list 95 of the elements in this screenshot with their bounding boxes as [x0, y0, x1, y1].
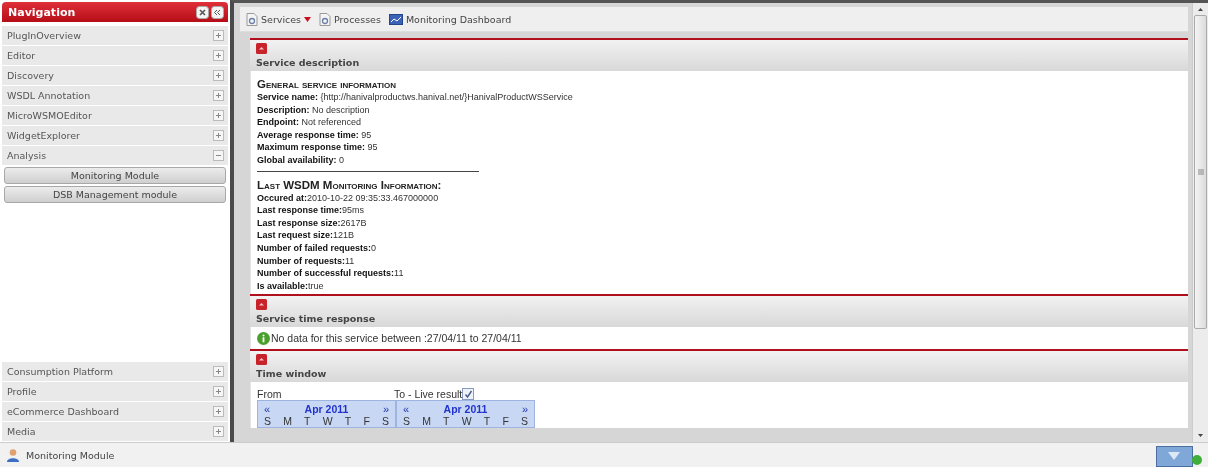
- info-line: Service name: {http://hanivalproductws.hanival.net/}HanivalProductWSService: [257, 91, 574, 104]
- nav-item-label: MicroWSMOEditor: [7, 110, 93, 121]
- nav-item[interactable]: MicroWSMOEditor: [2, 106, 228, 126]
- live-result-label: To - Live result: [394, 388, 463, 401]
- nav-item-label: Profile: [7, 386, 38, 397]
- nav-item-label: PlugInOverview: [7, 30, 82, 41]
- month-title: Apr 2011: [304, 403, 349, 416]
- minus-icon[interactable]: [213, 150, 224, 161]
- plus-icon[interactable]: [213, 130, 224, 141]
- plus-icon[interactable]: [213, 90, 224, 101]
- info-line: Occured at:2010-10-22 09:35:33.467000000: [257, 191, 440, 205]
- nav-item-label: eCommerce Dashboard: [7, 406, 120, 417]
- info-line: Is available:true: [257, 279, 325, 293]
- tray-icon[interactable]: [1156, 443, 1202, 467]
- collapse-icon[interactable]: [256, 354, 267, 366]
- weekday-label: T: [483, 415, 491, 428]
- plus-icon[interactable]: [213, 110, 224, 121]
- next-month-button[interactable]: »: [382, 403, 389, 416]
- scrollbar-thumb[interactable]: [1194, 15, 1207, 329]
- info-line: Endpoint: Not referenced: [257, 116, 363, 129]
- live-result-checkbox[interactable]: [462, 388, 475, 401]
- plus-icon[interactable]: [213, 30, 224, 41]
- nav-item-label: Media: [7, 426, 37, 437]
- previous-month-button[interactable]: «: [403, 403, 410, 416]
- weekday-label: T: [443, 415, 450, 428]
- info-line: Number of requests:11: [257, 254, 356, 268]
- info-line: Description: No description: [257, 103, 371, 117]
- user-icon: [6, 448, 20, 462]
- plus-icon[interactable]: [213, 386, 224, 397]
- weekday-label: S: [264, 415, 271, 428]
- nav-item[interactable]: Profile: [2, 382, 228, 402]
- dropdown-caret-icon: [304, 16, 312, 22]
- weekday-label: W: [461, 415, 472, 428]
- module-button[interactable]: DSB Management module: [4, 186, 226, 203]
- nav-item-label: Editor: [7, 50, 37, 61]
- weekday-label: T: [304, 415, 311, 428]
- nav-item[interactable]: Consumption Platform: [2, 362, 228, 382]
- info-line: Number of failed requests:0: [257, 241, 378, 255]
- navigation-title: Navigation: [8, 5, 77, 19]
- scrollbar[interactable]: [1192, 3, 1208, 442]
- plus-icon[interactable]: [213, 366, 224, 377]
- nav-item-label: Consumption Platform: [7, 366, 114, 377]
- weekday-label: W: [322, 415, 333, 428]
- info-line: Maximum response time: 95: [257, 141, 379, 154]
- block-heading: Last WSDM Monitoring Information:: [257, 177, 443, 192]
- next-month-button[interactable]: »: [521, 403, 528, 416]
- module-button[interactable]: Monitoring Module: [4, 167, 226, 184]
- collapse-icon[interactable]: [256, 43, 267, 54]
- nav-item[interactable]: PlugInOverview: [2, 26, 228, 46]
- nav-item[interactable]: Editor: [2, 46, 228, 66]
- nav-item[interactable]: Discovery: [2, 66, 228, 86]
- section-title: Time window: [256, 368, 328, 380]
- nav-item[interactable]: WidgetExplorer: [2, 126, 228, 146]
- info-line: Average response time: 95: [257, 128, 373, 142]
- close-icon[interactable]: [196, 5, 209, 19]
- info-line: Last response size:2617B: [257, 216, 368, 230]
- weekday-label: S: [382, 415, 389, 428]
- collapse-icon[interactable]: [256, 299, 267, 311]
- weekday-label: F: [363, 415, 370, 428]
- weekday-label: M: [283, 415, 292, 428]
- info-icon: [257, 331, 270, 345]
- plus-icon[interactable]: [213, 406, 224, 417]
- toolbar-item[interactable]: Processes: [319, 12, 381, 26]
- nav-item[interactable]: Analysis: [2, 146, 228, 166]
- from-label: From: [257, 388, 283, 401]
- weekday-label: F: [502, 415, 509, 428]
- previous-month-button[interactable]: «: [264, 403, 271, 416]
- info-line: Last response time:95ms: [257, 204, 366, 217]
- weekday-label: M: [422, 415, 431, 428]
- nav-item-label: WSDL Annotation: [7, 90, 92, 101]
- info-line: Global availability: 0: [257, 153, 346, 167]
- weekday-label: S: [521, 415, 528, 428]
- plus-icon[interactable]: [213, 70, 224, 81]
- nav-item-label: Analysis: [7, 150, 48, 161]
- weekday-label: S: [403, 415, 410, 428]
- plus-icon[interactable]: [213, 426, 224, 437]
- month-title: Apr 2011: [443, 403, 488, 416]
- collapse-icon[interactable]: [211, 5, 224, 19]
- section-title: Service time response: [256, 313, 377, 325]
- toolbar-item[interactable]: Monitoring Dashboard: [388, 13, 512, 25]
- plus-icon[interactable]: [213, 50, 224, 61]
- toolbar-item[interactable]: Services: [246, 12, 312, 26]
- nav-item-label: Discovery: [7, 70, 55, 81]
- message-text: No data for this service between :27/04/11 to 27/04/11: [271, 332, 522, 345]
- block-heading: General service information: [257, 77, 398, 91]
- section-title: Service description: [256, 57, 361, 68]
- nav-item[interactable]: Media: [2, 422, 228, 442]
- nav-item[interactable]: WSDL Annotation: [2, 86, 228, 106]
- nav-item[interactable]: eCommerce Dashboard: [2, 402, 228, 422]
- chart-icon: [388, 13, 403, 25]
- info-line: Last request size:121B: [257, 229, 356, 242]
- status-text: Monitoring Module: [26, 449, 115, 461]
- weekday-label: T: [344, 415, 352, 428]
- nav-item-label: WidgetExplorer: [7, 130, 81, 141]
- info-line: Number of successful requests:11: [257, 267, 405, 280]
